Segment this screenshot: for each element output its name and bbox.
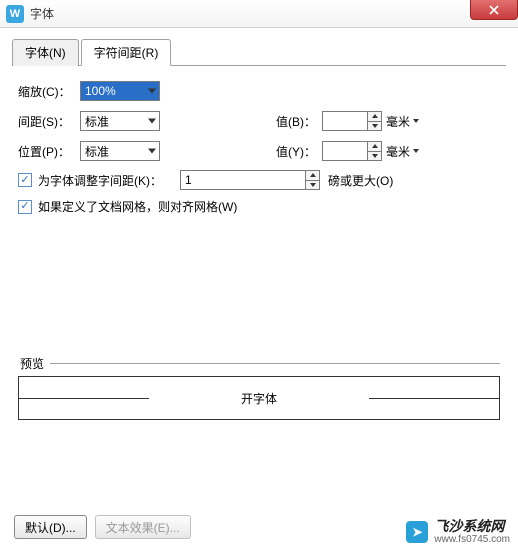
kerning-checkbox[interactable]: ✓ <box>18 173 32 187</box>
default-button[interactable]: 默认(D)... <box>14 515 87 539</box>
value-b-input[interactable] <box>322 111 382 131</box>
preview-legend: 预览 <box>18 355 46 372</box>
preview-sample: 开字体 <box>241 390 277 407</box>
watermark-icon: ➤ <box>406 521 428 543</box>
spacing-combo[interactable]: 标准 <box>80 111 160 131</box>
close-icon <box>489 5 499 15</box>
text-effect-button[interactable]: 文本效果(E)... <box>95 515 191 539</box>
scale-value: 100% <box>85 84 116 98</box>
chevron-down-icon <box>310 183 316 187</box>
chevron-down-icon <box>148 89 156 94</box>
tab-char-spacing[interactable]: 字符间距(R) <box>81 39 172 66</box>
tab-strip: 字体(N) 字符间距(R) <box>12 38 506 66</box>
watermark: ➤ 飞沙系统网 www.fs0745.com <box>406 519 510 545</box>
kerning-input[interactable]: 1 <box>180 170 320 190</box>
spin-up-button[interactable] <box>368 142 381 152</box>
preview-box: 开字体 <box>18 376 500 420</box>
spin-down-button[interactable] <box>368 152 381 161</box>
app-icon: W <box>6 5 24 23</box>
snapgrid-label: 如果定义了文档网格，则对齐网格(W) <box>38 198 237 215</box>
value-b-label: 值(B)： <box>270 113 322 130</box>
chevron-up-icon <box>310 173 316 177</box>
spacing-label: 间距(S)： <box>18 113 80 130</box>
value-y-label: 值(Y)： <box>270 143 322 160</box>
spin-up-button[interactable] <box>368 112 381 122</box>
spin-down-button[interactable] <box>306 181 319 190</box>
chevron-down-icon <box>413 149 419 153</box>
position-combo[interactable]: 标准 <box>80 141 160 161</box>
window-title: 字体 <box>30 5 54 22</box>
scale-label: 缩放(C)： <box>18 83 80 100</box>
divider <box>50 363 500 364</box>
chevron-up-icon <box>372 114 378 118</box>
kerning-label: 为字体调整字间距(K)： <box>38 172 162 189</box>
watermark-sub: www.fs0745.com <box>434 534 510 545</box>
watermark-main: 飞沙系统网 <box>434 519 510 534</box>
value-b-unit[interactable]: 毫米 <box>386 113 419 130</box>
spacing-value: 标准 <box>85 113 109 130</box>
titlebar: W 字体 <box>0 0 518 28</box>
position-label: 位置(P)： <box>18 143 80 160</box>
close-button[interactable] <box>470 0 518 20</box>
position-value: 标准 <box>85 143 109 160</box>
chevron-down-icon <box>413 119 419 123</box>
chevron-down-icon <box>148 149 156 154</box>
spin-down-button[interactable] <box>368 122 381 131</box>
chevron-up-icon <box>372 144 378 148</box>
value-y-unit[interactable]: 毫米 <box>386 143 419 160</box>
value-y-input[interactable] <box>322 141 382 161</box>
kerning-suffix: 磅或更大(O) <box>328 172 393 189</box>
tab-font[interactable]: 字体(N) <box>12 39 79 66</box>
spin-up-button[interactable] <box>306 171 319 181</box>
snapgrid-checkbox[interactable]: ✓ <box>18 200 32 214</box>
chevron-down-icon <box>148 119 156 124</box>
chevron-down-icon <box>372 124 378 128</box>
kerning-value: 1 <box>185 173 192 187</box>
scale-combo[interactable]: 100% <box>80 81 160 101</box>
chevron-down-icon <box>372 154 378 158</box>
